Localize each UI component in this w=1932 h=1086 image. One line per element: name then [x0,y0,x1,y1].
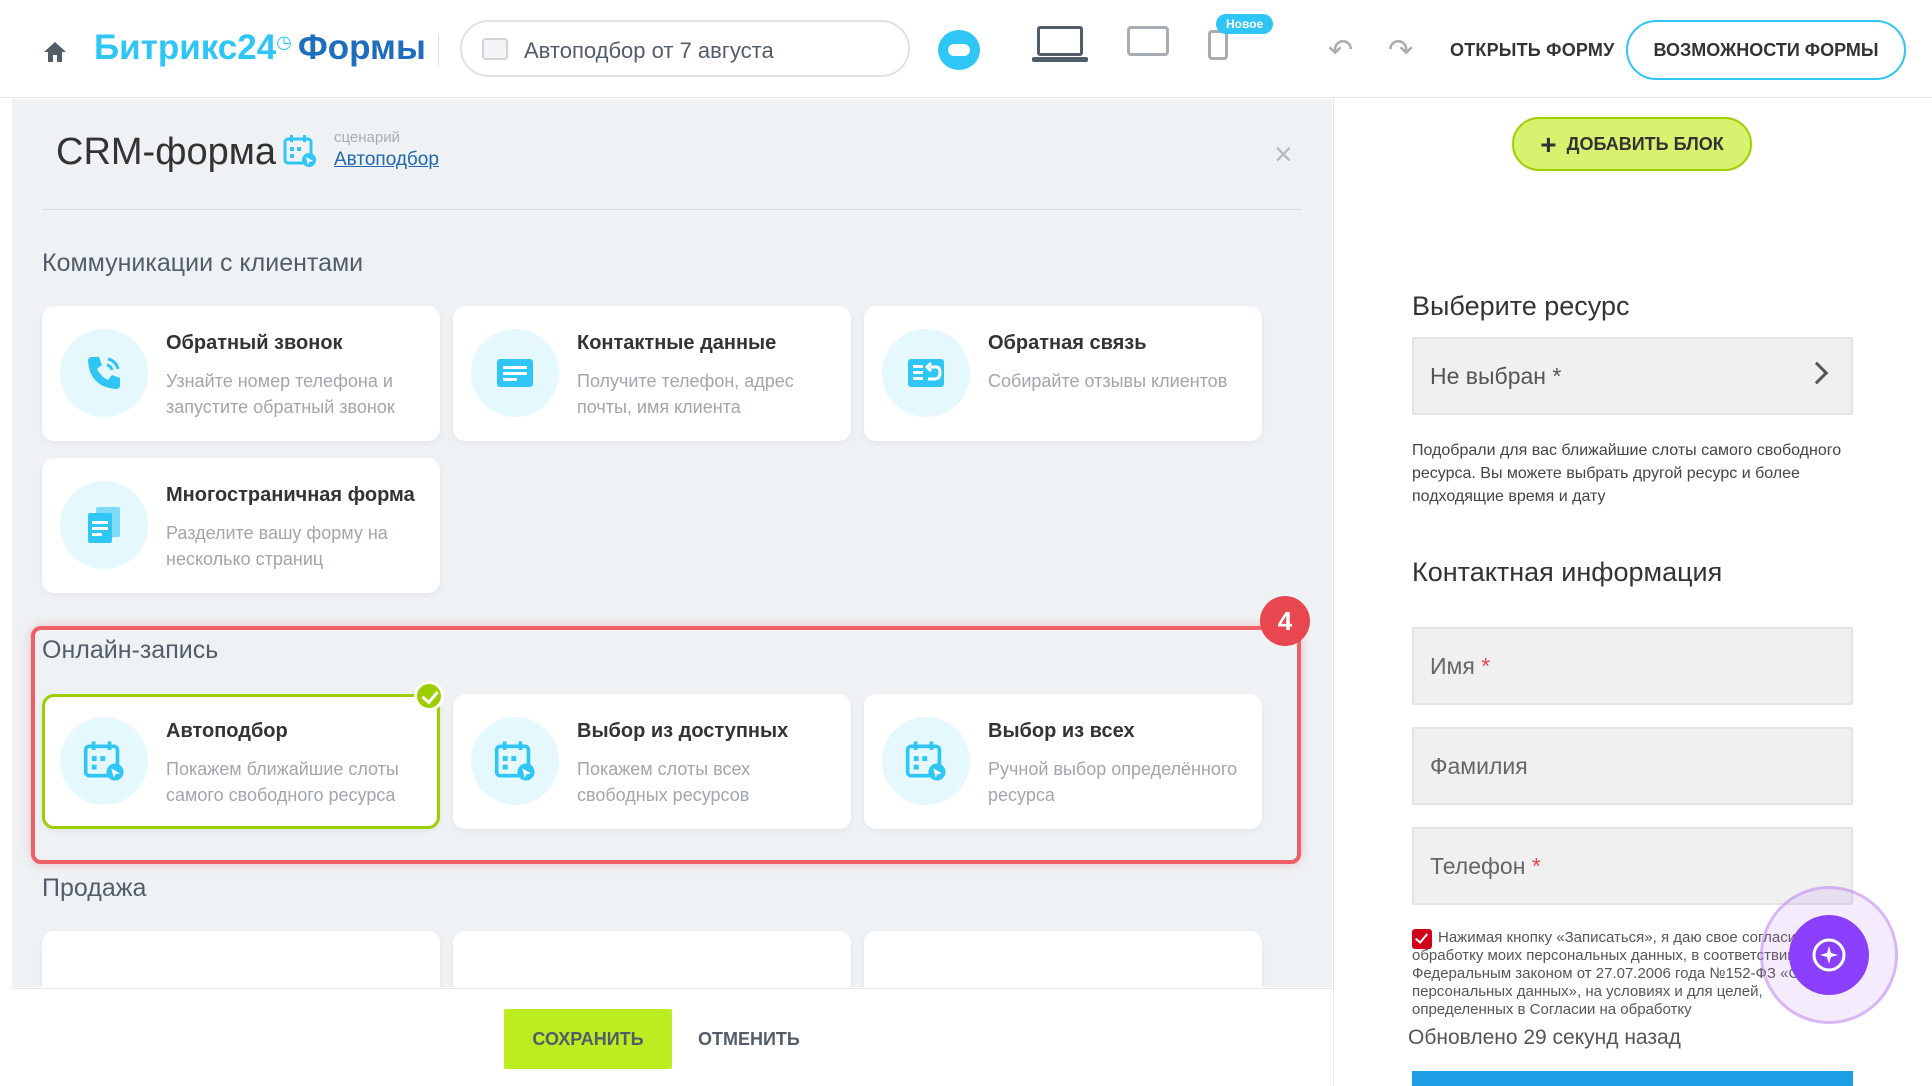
save-button[interactable]: СОХРАНИТЬ [504,1009,672,1069]
card-title: Контактные данные [577,332,777,354]
phone-icon[interactable] [1208,30,1228,60]
step-badge: 4 [1260,596,1310,646]
card-description: Покажем слоты всех свободных ресурсов [577,759,751,805]
card-choose-available[interactable]: Выбор из доступных Покажем слоты всех св… [453,694,851,829]
card-title: Автоподбор [166,720,288,742]
card-title: Обратная связь [988,332,1147,354]
card-title: Выбор из доступных [577,720,789,742]
required-mark: * [1552,363,1562,389]
card-description: Узнайте номер телефона и запустите обрат… [166,371,395,417]
card-description: Покажем ближайшие слоты самого свободног… [166,759,399,805]
cancel-button[interactable]: ОТМЕНИТЬ [698,1029,800,1050]
section-title-sales: Продажа [42,874,147,902]
field-label: Телефон [1430,853,1526,879]
card-description: Разделите вашу форму на несколько страни… [166,523,388,569]
undo-icon[interactable]: ↶ [1328,36,1353,66]
card-callback[interactable]: Обратный звонок Узнайте номер телефона и… [42,306,440,441]
section-title-communications: Коммуникации с клиентами [42,249,364,277]
cloud-icon[interactable] [938,30,980,70]
card-choose-all[interactable]: Выбор из всех Ручной выбор определённого… [864,694,1262,829]
section-title-online-booking: Онлайн-запись [42,636,219,664]
form-name-text: Автоподбор от 7 августа [524,38,774,63]
calendar-icon [83,741,124,781]
app-logo[interactable]: Битрикс24◷ Формы [94,28,426,68]
card-sales-3[interactable] [864,931,1262,991]
form-name-field[interactable]: Автоподбор от 7 августа [460,20,910,77]
field-label: Фамилия [1430,753,1528,779]
add-block-button[interactable]: + ДОБАВИТЬ БЛОК [1512,117,1752,171]
divider [42,209,1302,210]
card-title: Многостраничная форма [166,484,415,506]
scenario-link[interactable]: Автоподбор [334,149,439,171]
card-sales-1[interactable] [42,931,440,991]
selected-check-icon [414,681,444,711]
card-description: Получите телефон, адрес почты, имя клиен… [577,371,794,417]
resource-value: Не выбран [1430,363,1546,389]
phone-field[interactable]: Телефон * [1412,827,1853,905]
required-mark: * [1531,853,1541,879]
card-description: Ручной выбор определённого ресурса [988,759,1238,805]
card-contact-data[interactable]: Контактные данные Получите телефон, адре… [453,306,851,441]
form-features-button[interactable]: ВОЗМОЖНОСТИ ФОРМЫ [1626,20,1906,80]
crm-form-panel: CRM-форма сценарий Автоподбор × Коммуник… [12,99,1332,991]
resource-select[interactable]: Не выбран * [1412,337,1853,415]
card-title: Выбор из всех [988,720,1135,742]
first-name-field[interactable]: Имя * [1412,627,1853,705]
panel-title: CRM-форма [56,131,276,173]
card-feedback[interactable]: Обратная связь Собирайте отзывы клиентов [864,306,1262,441]
laptop-icon[interactable] [1032,26,1088,64]
phone-call-icon [88,357,120,389]
tablet-icon[interactable] [1127,26,1169,56]
bottom-action-bar: СОХРАНИТЬ ОТМЕНИТЬ [12,988,1332,1086]
home-icon[interactable] [42,40,68,64]
card-autoselect[interactable]: Автоподбор Покажем ближайшие слоты самог… [42,694,440,829]
redo-icon[interactable]: ↷ [1388,36,1413,66]
logo-section: Формы [297,28,426,67]
field-label: Имя [1430,653,1475,679]
submit-button[interactable] [1412,1071,1853,1086]
logo-brand: Битрикс24 [94,28,277,67]
card-sales-2[interactable] [453,931,851,991]
plus-icon: + [1540,129,1557,161]
last-name-field[interactable]: Фамилия [1412,727,1853,805]
scenario-label: сценарий [334,129,400,146]
card-description: Собирайте отзывы клиентов [988,371,1228,391]
multipage-icon [88,507,120,543]
new-badge: Новое [1216,14,1274,34]
feedback-icon [908,359,944,387]
updated-status: Обновлено 29 секунд назад [1408,1024,1928,1050]
required-mark: * [1481,653,1491,679]
top-bar: Битрикс24◷ Формы Автоподбор от 7 августа … [0,0,1932,98]
sparkle-icon [1812,938,1846,972]
chevron-right-icon [1805,361,1829,385]
calendar-icon [283,135,316,167]
contact-heading: Контактная информация [1412,557,1723,587]
image-icon [482,38,508,60]
close-icon[interactable]: × [1274,138,1293,170]
consent-checkbox[interactable] [1412,929,1432,949]
open-form-link[interactable]: ОТКРЫТЬ ФОРМУ [1450,40,1614,61]
ai-assistant-button[interactable] [1760,886,1898,1024]
contact-card-icon [497,359,533,387]
card-multipage-form[interactable]: Многостраничная форма Разделите вашу фор… [42,458,440,593]
divider [438,34,439,66]
add-block-label: ДОБАВИТЬ БЛОК [1566,134,1724,154]
clock-icon: ◷ [276,32,292,52]
resource-hint: Подобрали для вас ближайшие слоты самого… [1412,442,1842,505]
calendar-icon [905,741,946,781]
resource-heading: Выберите ресурс [1412,291,1630,321]
card-title: Обратный звонок [166,332,343,354]
calendar-icon [494,741,535,781]
